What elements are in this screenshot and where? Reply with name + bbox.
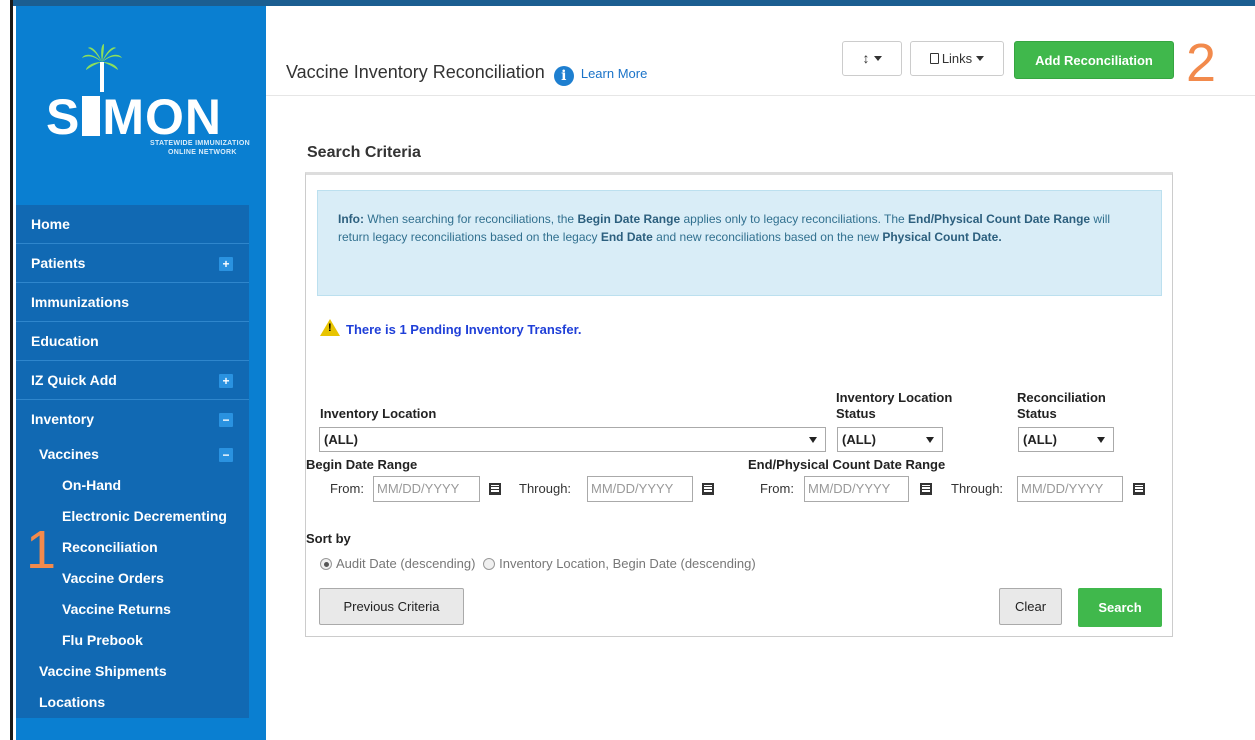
begin-date-range-label: Begin Date Range [306, 457, 418, 472]
inventory-location-select[interactable]: (ALL) [319, 427, 826, 452]
collapse-icon[interactable]: − [219, 413, 233, 427]
begin-through-label: Through: [519, 481, 572, 496]
previous-criteria-button[interactable]: Previous Criteria [319, 588, 464, 625]
sidebar-item-flu-prebook[interactable]: Flu Prebook [16, 625, 249, 656]
sidebar-item-patients[interactable]: Patients + [16, 244, 249, 283]
reconciliation-status-label-1: Reconciliation [1017, 390, 1106, 405]
calendar-icon[interactable] [702, 483, 714, 495]
page-header: Vaccine Inventory Reconciliation i Learn… [266, 6, 1255, 96]
sort-by-options: Audit Date (descending) Inventory Locati… [320, 556, 756, 571]
end-from-label: From: [760, 481, 794, 496]
end-through-input[interactable]: MM/DD/YYYY [1017, 476, 1123, 502]
sidebar-item-vaccines[interactable]: Vaccines − [16, 439, 249, 470]
warning-icon: ! [320, 319, 340, 336]
inventory-location-status-label-1: Inventory Location [836, 390, 953, 405]
pending-transfer-link[interactable]: ! There is 1 Pending Inventory Transfer. [320, 319, 582, 337]
inventory-location-label: Inventory Location [320, 406, 437, 421]
window-left-border [0, 0, 13, 740]
reconciliation-status-select[interactable]: (ALL) [1018, 427, 1114, 452]
inventory-location-status-select[interactable]: (ALL) [837, 427, 943, 452]
add-reconciliation-button[interactable]: Add Reconciliation [1014, 41, 1174, 79]
sort-by-label: Sort by [306, 531, 351, 546]
sidebar-item-education[interactable]: Education [16, 322, 249, 361]
sidebar-item-iz-quick-add[interactable]: IZ Quick Add + [16, 361, 249, 400]
text-size-dropdown-button[interactable]: ↕ [842, 41, 902, 76]
sort-icon: ↕ [862, 50, 870, 66]
end-through-label: Through: [951, 481, 1004, 496]
calendar-icon[interactable] [920, 483, 932, 495]
caret-down-icon [873, 56, 882, 61]
sidebar-item-home[interactable]: Home [16, 205, 249, 244]
links-dropdown-button[interactable]: Links [910, 41, 1004, 76]
callout-number-1: 1 [26, 520, 57, 580]
collapse-icon[interactable]: − [219, 448, 233, 462]
callout-number-2: 2 [1186, 33, 1217, 93]
sort-audit-date-radio[interactable] [320, 558, 332, 570]
info-icon[interactable]: i [553, 66, 574, 86]
caret-down-icon [926, 437, 934, 443]
document-icon [929, 53, 939, 64]
logo-tagline-1: STATEWIDE IMMUNIZATION [150, 140, 250, 147]
clear-button[interactable]: Clear [999, 588, 1062, 625]
sort-location-radio[interactable] [483, 558, 496, 570]
sidebar-item-on-hand[interactable]: On-Hand [16, 470, 249, 501]
search-button[interactable]: Search [1078, 588, 1162, 627]
begin-from-input[interactable]: MM/DD/YYYY [373, 476, 480, 502]
info-alert: Info: When searching for reconciliations… [317, 190, 1162, 296]
end-date-range-label: End/Physical Count Date Range [748, 457, 946, 472]
inventory-location-status-label-2: Status [836, 406, 876, 421]
sidebar-item-vaccine-returns[interactable]: Vaccine Returns [16, 594, 249, 625]
caret-down-icon [809, 437, 817, 443]
sidebar-item-inventory[interactable]: Inventory − [16, 400, 249, 439]
logo-tagline-2: ONLINE NETWORK [168, 149, 237, 156]
begin-from-label: From: [330, 481, 364, 496]
sidebar-item-locations[interactable]: Locations [16, 687, 249, 718]
search-criteria-title: Search Criteria [307, 144, 421, 161]
sort-location-label: Inventory Location, Begin Date (descendi… [499, 556, 756, 571]
logo-wordmark: S MON [46, 89, 223, 145]
calendar-icon[interactable] [489, 483, 501, 495]
simon-logo[interactable]: S MON STATEWIDE IMMUNIZATION ONLINE NETWO… [46, 44, 250, 184]
learn-more-link[interactable]: Learn More [581, 66, 647, 81]
page-title-text: Vaccine Inventory Reconciliation [286, 62, 545, 82]
page-title: Vaccine Inventory Reconciliation i Learn… [286, 62, 647, 86]
begin-through-input[interactable]: MM/DD/YYYY [587, 476, 693, 502]
reconciliation-status-label-2: Status [1017, 406, 1057, 421]
end-from-input[interactable]: MM/DD/YYYY [804, 476, 909, 502]
caret-down-icon [976, 56, 985, 61]
sort-audit-date-label: Audit Date (descending) [336, 556, 476, 571]
expand-icon[interactable]: + [219, 374, 233, 388]
expand-icon[interactable]: + [219, 257, 233, 271]
palm-tree-icon [82, 44, 122, 92]
sidebar-item-immunizations[interactable]: Immunizations [16, 283, 249, 322]
sidebar-item-vaccine-shipments[interactable]: Vaccine Shipments [16, 656, 249, 687]
caret-down-icon [1097, 437, 1105, 443]
calendar-icon[interactable] [1133, 483, 1145, 495]
links-label: Links [941, 51, 973, 66]
sidebar-nav: Home Patients + Immunizations Education I… [16, 205, 249, 718]
search-criteria-panel: Info: When searching for reconciliations… [305, 172, 1173, 637]
